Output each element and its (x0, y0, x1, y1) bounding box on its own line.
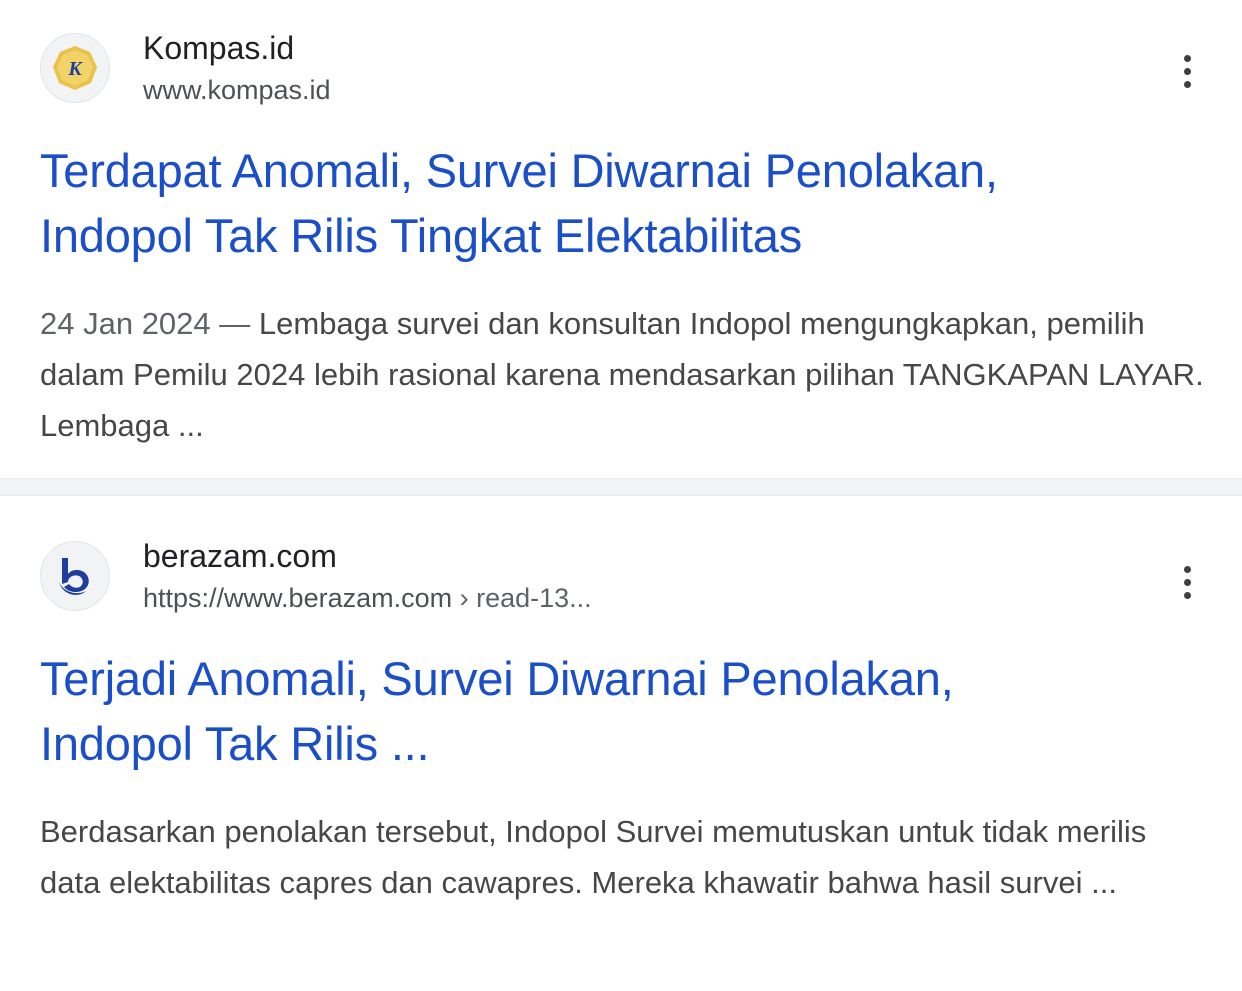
berazam-favicon-icon (40, 541, 110, 611)
site-info[interactable]: K Kompas.id www.kompas.id (40, 28, 1202, 108)
kompas-favicon-icon: K (40, 33, 110, 103)
site-url: https://www.berazam.com › read-13... (143, 580, 1202, 616)
result-snippet: 24 Jan 2024 — Lembaga survei dan konsult… (40, 298, 1205, 451)
title-line-1: Terdapat Anomali, Survei Diwarnai Penola… (40, 144, 998, 197)
svg-text:K: K (67, 58, 83, 80)
result-title-link[interactable]: Terjadi Anomali, Survei Diwarnai Penolak… (40, 646, 1202, 776)
results-divider (0, 478, 1242, 496)
date-separator: — (210, 306, 259, 341)
site-name: berazam.com (143, 538, 337, 574)
title-line-1: Terjadi Anomali, Survei Diwarnai Penolak… (40, 652, 954, 705)
result-date: 24 Jan 2024 (40, 306, 211, 341)
more-options-icon[interactable] (1172, 557, 1202, 607)
result-snippet: Berdasarkan penolakan tersebut, Indopol … (40, 814, 1147, 900)
more-options-icon[interactable] (1172, 46, 1202, 96)
site-name: Kompas.id (143, 30, 295, 66)
search-result-berazam: berazam.com https://www.berazam.com › re… (0, 496, 1242, 991)
title-line-2: Indopol Tak Rilis Tingkat Elektabilitas (40, 209, 803, 262)
result-title-link[interactable]: Terdapat Anomali, Survei Diwarnai Penola… (40, 138, 1202, 268)
title-line-2: Indopol Tak Rilis ... (40, 717, 430, 770)
search-result-kompas: K Kompas.id www.kompas.id Terdapat Anoma… (0, 0, 1242, 478)
site-url-crumb: › read-13... (452, 583, 592, 613)
site-url-base: https://www.berazam.com (143, 583, 453, 613)
site-url: www.kompas.id (143, 75, 331, 105)
site-info[interactable]: berazam.com https://www.berazam.com › re… (40, 536, 1202, 616)
